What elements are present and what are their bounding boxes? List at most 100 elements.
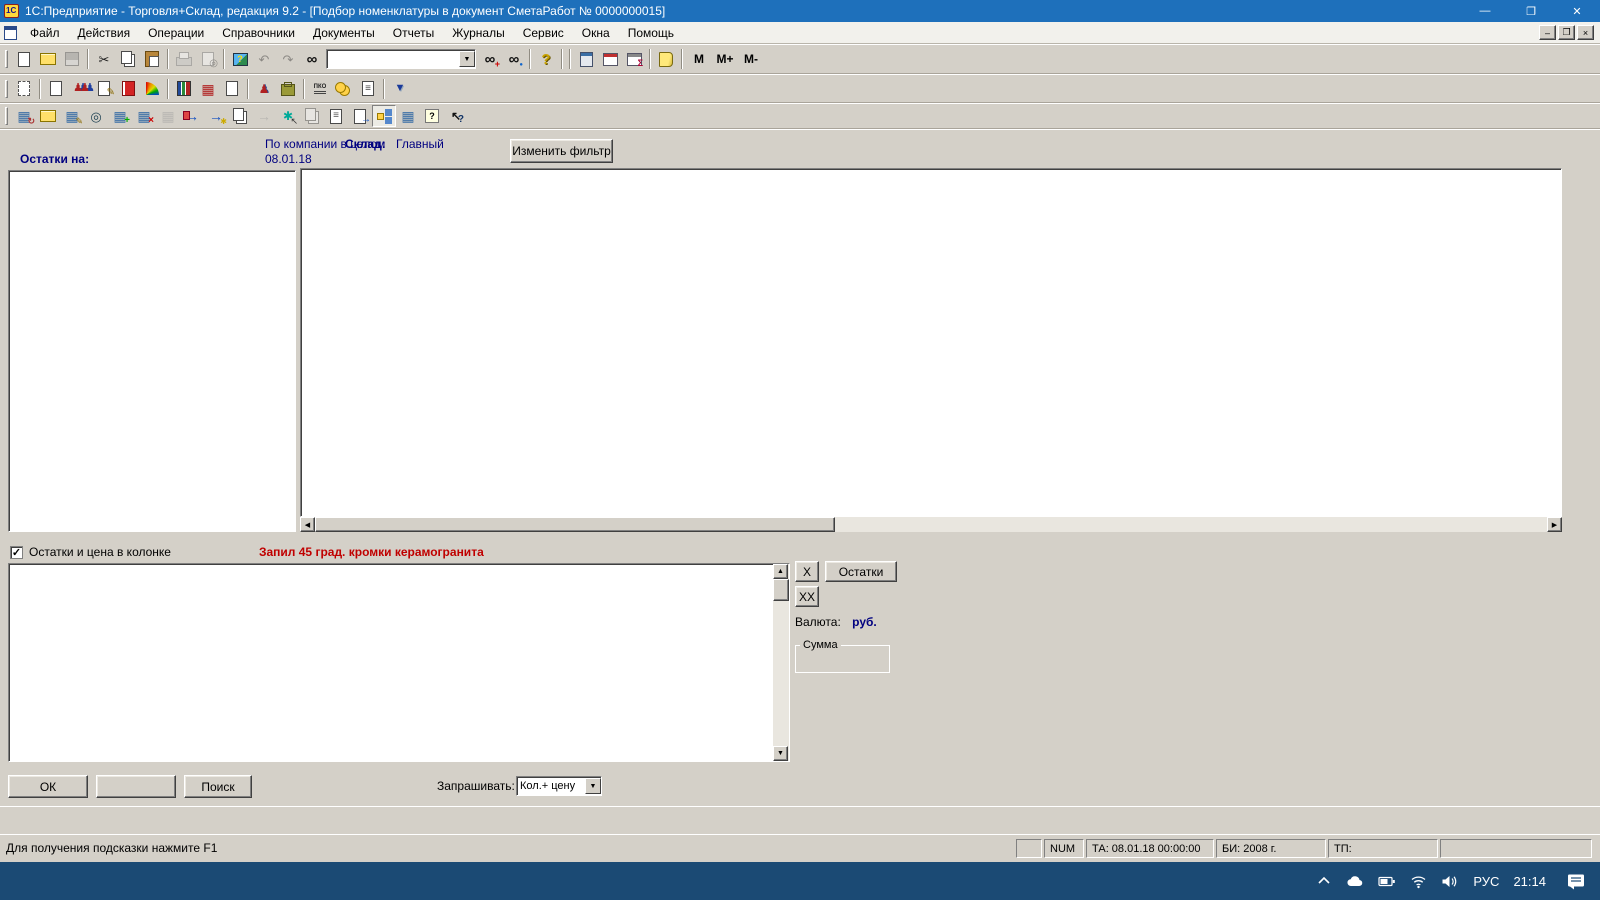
view-magnifier-button[interactable] (84, 105, 108, 127)
minimize-button[interactable]: — (1462, 0, 1508, 22)
search-button[interactable]: Поиск (184, 775, 252, 798)
table-add-row-button[interactable] (108, 105, 132, 127)
scroll-down-icon[interactable]: ▼ (773, 746, 788, 761)
document-text-button[interactable] (324, 105, 348, 127)
table-edit-button[interactable] (60, 105, 84, 127)
clock[interactable]: 21:14 (1513, 874, 1546, 889)
document-transfer-button[interactable] (348, 105, 372, 127)
balances-button[interactable]: Остатки (825, 561, 897, 582)
cut-button[interactable] (92, 48, 116, 70)
child-minimize-button[interactable]: – (1539, 25, 1556, 40)
print-preview-button[interactable] (196, 48, 220, 70)
person-button[interactable] (252, 78, 276, 100)
close-form-button[interactable] (96, 775, 176, 798)
menu-item[interactable]: Действия (69, 24, 140, 42)
menu-item[interactable]: Отчеты (384, 24, 443, 42)
scroll-right-icon[interactable]: ▶ (1547, 517, 1562, 532)
paste-button[interactable] (140, 48, 164, 70)
volume-icon[interactable] (1441, 874, 1459, 889)
report-small-button[interactable] (220, 78, 244, 100)
pko-order-button[interactable] (308, 78, 332, 100)
calculator-button[interactable] (574, 48, 598, 70)
save-button[interactable] (60, 48, 84, 70)
copy-disabled-button[interactable] (300, 105, 324, 127)
new-document-2-button[interactable] (44, 78, 68, 100)
reports-rainbow-button[interactable] (140, 78, 164, 100)
book-button[interactable] (654, 48, 678, 70)
scroll-up-icon[interactable]: ▲ (773, 564, 788, 579)
toolbar-grip[interactable] (5, 50, 8, 68)
dropdown-arrow-icon[interactable]: ▼ (585, 778, 601, 794)
menu-item[interactable]: Журналы (443, 24, 513, 42)
table-disabled-button[interactable] (156, 105, 180, 127)
undo-button[interactable] (252, 48, 276, 70)
find-button[interactable] (300, 48, 324, 70)
print-button[interactable] (172, 48, 196, 70)
prompt-combobox[interactable]: Кол.+ цену ▼ (516, 776, 602, 796)
new-document-button[interactable] (12, 48, 36, 70)
calendar-button[interactable] (598, 48, 622, 70)
change-filter-button[interactable]: Изменить фильтр (510, 139, 613, 163)
help-box-button[interactable] (420, 105, 444, 127)
toolbar-grip[interactable] (5, 107, 8, 125)
close-button[interactable]: ✕ (1554, 0, 1600, 22)
clear-all-button[interactable]: XX (795, 586, 819, 607)
table-properties-button[interactable] (396, 105, 420, 127)
hscroll-track[interactable] (835, 517, 1547, 532)
quick-select-button[interactable] (276, 105, 300, 127)
money-coins-button[interactable] (332, 78, 356, 100)
tree-structure-button[interactable] (372, 105, 396, 127)
language-indicator[interactable]: РУС (1473, 874, 1499, 889)
vscroll-track[interactable] (773, 601, 789, 746)
table-delete-row-button[interactable] (132, 105, 156, 127)
open-folder-button[interactable] (36, 48, 60, 70)
find-backward-button[interactable] (502, 48, 526, 70)
menu-item[interactable]: Операции (139, 24, 213, 42)
table-red-button[interactable] (196, 78, 220, 100)
menu-item[interactable]: Сервис (514, 24, 573, 42)
dropdown-arrow-icon[interactable]: ▼ (459, 51, 475, 67)
notepad-edit-button[interactable] (92, 78, 116, 100)
folder-new-button[interactable] (36, 105, 60, 127)
maximize-button[interactable]: ❐ (1508, 0, 1554, 22)
document-dashed-button[interactable] (12, 78, 36, 100)
find-forward-button[interactable] (478, 48, 502, 70)
memory-button[interactable]: M (686, 48, 712, 70)
chevron-up-icon[interactable] (1316, 874, 1332, 888)
notification-icon[interactable] (1566, 873, 1586, 890)
table-board-button[interactable] (228, 48, 252, 70)
toolbar-search-combobox[interactable]: ▼ (326, 49, 476, 69)
move-disabled-button[interactable] (252, 105, 276, 127)
memory-button[interactable]: M+ (712, 48, 738, 70)
briefcase-button[interactable] (276, 78, 300, 100)
menu-item[interactable]: Файл (21, 24, 69, 42)
balances-in-column-checkbox[interactable]: ✓ (10, 546, 23, 559)
selection-vscrollbar[interactable]: ▲ ▼ (773, 564, 789, 761)
redo-button[interactable] (276, 48, 300, 70)
journal-books-button[interactable] (172, 78, 196, 100)
help-button[interactable] (534, 48, 558, 70)
toolbar-grip[interactable] (5, 80, 8, 98)
ok-button[interactable]: ОК (8, 775, 88, 798)
memory-button[interactable]: M- (738, 48, 764, 70)
child-document-icon[interactable] (4, 26, 17, 40)
delete-row-button[interactable]: X (795, 561, 819, 582)
warehouse-value[interactable]: Главный (396, 137, 444, 151)
vscroll-thumb[interactable] (773, 579, 789, 601)
formula-calc-button[interactable] (622, 48, 646, 70)
hscroll-thumb[interactable] (315, 517, 835, 532)
move-item-button[interactable] (180, 105, 204, 127)
move-item-new-button[interactable] (204, 105, 228, 127)
child-restore-button[interactable]: ❐ (1558, 25, 1575, 40)
onedrive-icon[interactable] (1346, 874, 1364, 888)
nomenclature-tree[interactable] (8, 170, 296, 532)
journal-red-button[interactable] (116, 78, 140, 100)
selection-table[interactable]: ▲ ▼ (8, 563, 790, 762)
list-document-button[interactable] (356, 78, 380, 100)
catalog-hscrollbar[interactable]: ◀ ▶ (300, 517, 1562, 532)
table-refresh-button[interactable] (12, 105, 36, 127)
copy-button[interactable] (116, 48, 140, 70)
menu-item[interactable]: Окна (573, 24, 619, 42)
menu-item[interactable]: Справочники (213, 24, 304, 42)
menu-item[interactable]: Помощь (619, 24, 683, 42)
